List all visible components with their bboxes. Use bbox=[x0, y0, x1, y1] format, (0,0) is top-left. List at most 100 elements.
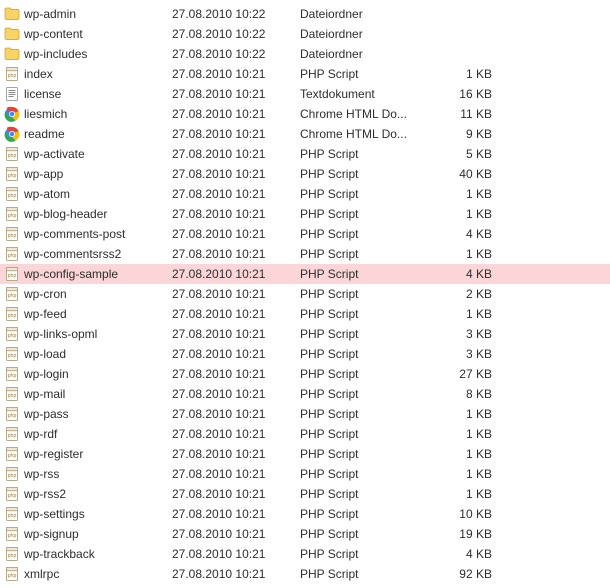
php-icon: php bbox=[4, 146, 20, 162]
file-name-cell[interactable]: php wp-cron bbox=[4, 286, 172, 302]
file-row[interactable]: phpwp-comments-post27.08.2010 10:21PHP S… bbox=[0, 224, 610, 244]
file-row[interactable]: phpwp-activate27.08.2010 10:21PHP Script… bbox=[0, 144, 610, 164]
php-icon: php bbox=[4, 286, 20, 302]
file-type-cell: PHP Script bbox=[300, 147, 432, 161]
file-name-cell[interactable]: phpwp-settings bbox=[4, 506, 172, 522]
php-icon: php bbox=[4, 506, 20, 522]
file-row[interactable]: phpwp-feed27.08.2010 10:21PHP Script1 KB bbox=[0, 304, 610, 324]
php-icon: php bbox=[4, 266, 20, 282]
file-name-label: wp-feed bbox=[24, 307, 67, 321]
file-name-cell[interactable]: phpwp-app bbox=[4, 166, 172, 182]
file-name-cell[interactable]: readme bbox=[4, 126, 172, 142]
file-row[interactable]: phpwp-commentsrss227.08.2010 10:21PHP Sc… bbox=[0, 244, 610, 264]
file-name-cell[interactable]: phpwp-pass bbox=[4, 406, 172, 422]
file-row[interactable]: readme27.08.2010 10:21Chrome HTML Do...9… bbox=[0, 124, 610, 144]
file-size-cell: 1 KB bbox=[432, 307, 500, 321]
file-name-cell[interactable]: phpwp-rss bbox=[4, 466, 172, 482]
file-name-label: wp-cron bbox=[24, 287, 67, 301]
file-row[interactable]: phpwp-register27.08.2010 10:21PHP Script… bbox=[0, 444, 610, 464]
file-row[interactable]: phpwp-load27.08.2010 10:21PHP Script3 KB bbox=[0, 344, 610, 364]
file-name-label: license bbox=[24, 87, 61, 101]
file-row[interactable]: wp-includes27.08.2010 10:22Dateiordner bbox=[0, 44, 610, 64]
svg-text:php: php bbox=[8, 373, 17, 379]
file-row[interactable]: phpxmlrpc27.08.2010 10:21PHP Script92 KB bbox=[0, 564, 610, 584]
svg-text:php: php bbox=[8, 473, 17, 479]
file-row[interactable]: phpwp-atom27.08.2010 10:21PHP Script1 KB bbox=[0, 184, 610, 204]
file-name-cell[interactable]: liesmich bbox=[4, 106, 172, 122]
file-size-cell: 16 KB bbox=[432, 87, 500, 101]
file-row[interactable]: phpwp-config-sample27.08.2010 10:21PHP S… bbox=[0, 264, 610, 284]
file-date-cell: 27.08.2010 10:21 bbox=[172, 287, 300, 301]
file-name-cell[interactable]: wp-admin bbox=[4, 6, 172, 22]
file-name-cell[interactable]: phpwp-atom bbox=[4, 186, 172, 202]
svg-text:php: php bbox=[8, 293, 17, 299]
file-date-cell: 27.08.2010 10:21 bbox=[172, 67, 300, 81]
file-row[interactable]: phpwp-login27.08.2010 10:21PHP Script27 … bbox=[0, 364, 610, 384]
file-name-cell[interactable]: phpwp-trackback bbox=[4, 546, 172, 562]
file-name-label: wp-commentsrss2 bbox=[24, 247, 121, 261]
php-icon: php bbox=[4, 426, 20, 442]
file-row[interactable]: phpwp-rss227.08.2010 10:21PHP Script1 KB bbox=[0, 484, 610, 504]
file-row[interactable]: phpwp-mail27.08.2010 10:21PHP Script8 KB bbox=[0, 384, 610, 404]
file-name-cell[interactable]: phpwp-register bbox=[4, 446, 172, 462]
file-row[interactable]: phpwp-rss27.08.2010 10:21PHP Script1 KB bbox=[0, 464, 610, 484]
file-name-cell[interactable]: phpwp-feed bbox=[4, 306, 172, 322]
file-name-cell[interactable]: phpwp-blog-header bbox=[4, 206, 172, 222]
file-row[interactable]: phpwp-links-opml27.08.2010 10:21PHP Scri… bbox=[0, 324, 610, 344]
file-row[interactable]: liesmich27.08.2010 10:21Chrome HTML Do..… bbox=[0, 104, 610, 124]
file-size-cell: 40 KB bbox=[432, 167, 500, 181]
file-name-cell[interactable]: wp-includes bbox=[4, 46, 172, 62]
file-name-cell[interactable]: phpwp-activate bbox=[4, 146, 172, 162]
svg-text:php: php bbox=[8, 433, 17, 439]
file-size-cell: 1 KB bbox=[432, 487, 500, 501]
text-icon bbox=[4, 86, 20, 102]
file-row[interactable]: phpwp-pass27.08.2010 10:21PHP Script1 KB bbox=[0, 404, 610, 424]
svg-text:php: php bbox=[8, 573, 17, 579]
file-name-label: wp-trackback bbox=[24, 547, 95, 561]
file-name-cell[interactable]: phpwp-mail bbox=[4, 386, 172, 402]
file-name-cell[interactable]: phpwp-config-sample bbox=[4, 266, 172, 282]
file-row[interactable]: phpwp-cron27.08.2010 10:21PHP Script2 KB bbox=[0, 284, 610, 304]
file-name-cell[interactable]: license bbox=[4, 86, 172, 102]
file-list[interactable]: wp-admin27.08.2010 10:22Dateiordnerwp-co… bbox=[0, 4, 610, 584]
file-name-cell[interactable]: wp-content bbox=[4, 26, 172, 42]
file-date-cell: 27.08.2010 10:21 bbox=[172, 307, 300, 321]
file-name-cell[interactable]: phpwp-rss2 bbox=[4, 486, 172, 502]
file-type-cell: PHP Script bbox=[300, 447, 432, 461]
file-row[interactable]: phpwp-blog-header27.08.2010 10:21PHP Scr… bbox=[0, 204, 610, 224]
file-row[interactable]: phpindex27.08.2010 10:21PHP Script1 KB bbox=[0, 64, 610, 84]
file-row[interactable]: phpwp-signup27.08.2010 10:21PHP Script19… bbox=[0, 524, 610, 544]
file-name-cell[interactable]: phpwp-signup bbox=[4, 526, 172, 542]
file-name-label: wp-mail bbox=[24, 387, 65, 401]
file-date-cell: 27.08.2010 10:21 bbox=[172, 147, 300, 161]
file-row[interactable]: phpwp-settings27.08.2010 10:21PHP Script… bbox=[0, 504, 610, 524]
folder-icon bbox=[4, 46, 20, 62]
file-type-cell: Chrome HTML Do... bbox=[300, 127, 432, 141]
file-date-cell: 27.08.2010 10:21 bbox=[172, 447, 300, 461]
file-name-cell[interactable]: phpwp-links-opml bbox=[4, 326, 172, 342]
file-row[interactable]: wp-content27.08.2010 10:22Dateiordner bbox=[0, 24, 610, 44]
php-icon: php bbox=[4, 346, 20, 362]
file-row[interactable]: wp-admin27.08.2010 10:22Dateiordner bbox=[0, 4, 610, 24]
file-date-cell: 27.08.2010 10:22 bbox=[172, 47, 300, 61]
file-type-cell: PHP Script bbox=[300, 507, 432, 521]
file-type-cell: Dateiordner bbox=[300, 7, 432, 21]
file-size-cell: 27 KB bbox=[432, 367, 500, 381]
file-row[interactable]: phpwp-rdf27.08.2010 10:21PHP Script1 KB bbox=[0, 424, 610, 444]
file-name-cell[interactable]: php wp-commentsrss2 bbox=[4, 246, 172, 262]
file-date-cell: 27.08.2010 10:21 bbox=[172, 347, 300, 361]
file-name-cell[interactable]: phpwp-rdf bbox=[4, 426, 172, 442]
file-row[interactable]: phpwp-app27.08.2010 10:21PHP Script40 KB bbox=[0, 164, 610, 184]
file-row[interactable]: phpwp-trackback27.08.2010 10:21PHP Scrip… bbox=[0, 544, 610, 564]
file-name-label: wp-app bbox=[24, 167, 63, 181]
file-name-cell[interactable]: phpwp-load bbox=[4, 346, 172, 362]
file-name-label: wp-blog-header bbox=[24, 207, 107, 221]
file-row[interactable]: license27.08.2010 10:21Textdokument16 KB bbox=[0, 84, 610, 104]
file-name-cell[interactable]: phpindex bbox=[4, 66, 172, 82]
file-name-cell[interactable]: phpwp-login bbox=[4, 366, 172, 382]
file-name-cell[interactable]: phpxmlrpc bbox=[4, 566, 172, 582]
php-icon: php bbox=[4, 246, 20, 262]
php-icon: php bbox=[4, 366, 20, 382]
file-date-cell: 27.08.2010 10:21 bbox=[172, 227, 300, 241]
file-name-cell[interactable]: phpwp-comments-post bbox=[4, 226, 172, 242]
